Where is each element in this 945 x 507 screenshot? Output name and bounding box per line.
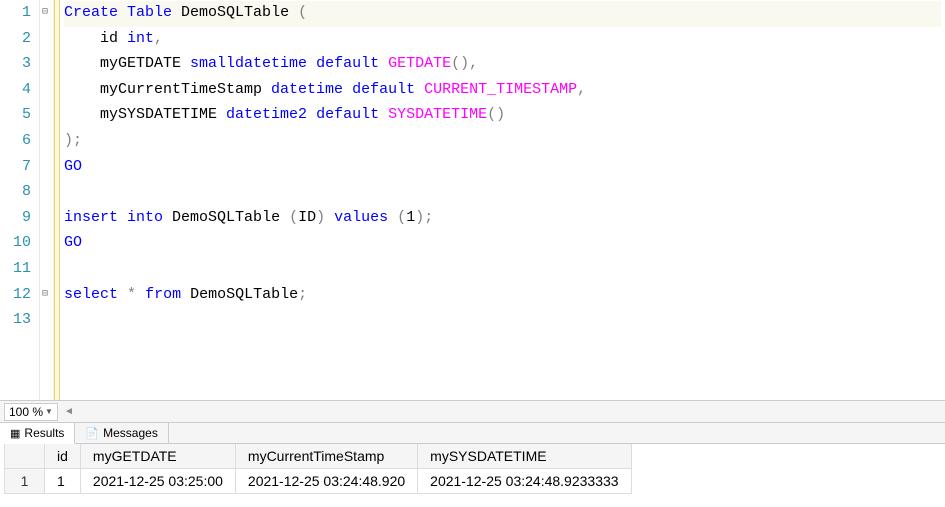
messages-icon: 📄 <box>85 427 99 440</box>
code-line[interactable]: select * from DemoSQLTable; <box>64 283 941 309</box>
code-line[interactable]: id int, <box>64 27 941 53</box>
tab-results[interactable]: ▦ Results <box>0 423 75 444</box>
row-number[interactable]: 1 <box>5 469 45 494</box>
tab-messages[interactable]: 📄 Messages <box>75 423 168 443</box>
code-line[interactable]: insert into DemoSQLTable (ID) values (1)… <box>64 206 941 232</box>
code-area[interactable]: Create Table DemoSQLTable ( id int, myGE… <box>60 0 945 400</box>
zoom-dropdown[interactable]: 100 % ▼ <box>4 403 58 421</box>
scroll-left-icon[interactable]: ◄ <box>64 406 74 417</box>
chevron-down-icon: ▼ <box>45 407 53 416</box>
line-number: 11 <box>4 257 31 283</box>
corner-cell <box>5 444 45 469</box>
code-line[interactable] <box>64 257 941 283</box>
code-line[interactable]: GO <box>64 231 941 257</box>
line-number: 12 <box>4 283 31 309</box>
line-number: 8 <box>4 180 31 206</box>
sql-editor[interactable]: 12345678910111213 ⊟⊟ Create Table DemoSQ… <box>0 0 945 400</box>
results-grid[interactable]: id myGETDATE myCurrentTimeStamp mySYSDAT… <box>0 444 945 494</box>
line-number: 4 <box>4 78 31 104</box>
code-line[interactable] <box>64 180 941 206</box>
column-header[interactable]: myGETDATE <box>80 444 235 469</box>
code-line[interactable]: myGETDATE smalldatetime default GETDATE(… <box>64 52 941 78</box>
tab-messages-label: Messages <box>103 426 158 440</box>
fold-toggle-icon[interactable]: ⊟ <box>42 282 48 308</box>
cell[interactable]: 2021-12-25 03:25:00 <box>80 469 235 494</box>
line-number: 3 <box>4 52 31 78</box>
code-line[interactable]: Create Table DemoSQLTable ( <box>64 1 941 27</box>
fold-toggle-icon[interactable]: ⊟ <box>42 0 48 26</box>
line-number: 7 <box>4 155 31 181</box>
tab-results-label: Results <box>24 426 64 440</box>
code-line[interactable]: myCurrentTimeStamp datetime default CURR… <box>64 78 941 104</box>
line-number: 10 <box>4 231 31 257</box>
line-number: 13 <box>4 308 31 334</box>
code-line[interactable]: GO <box>64 155 941 181</box>
table-row[interactable]: 1 1 2021-12-25 03:25:00 2021-12-25 03:24… <box>5 469 632 494</box>
line-number: 9 <box>4 206 31 232</box>
zoom-level: 100 % <box>9 405 43 419</box>
column-header[interactable]: mySYSDATETIME <box>418 444 631 469</box>
line-number: 5 <box>4 103 31 129</box>
fold-gutter[interactable]: ⊟⊟ <box>40 0 54 400</box>
grid-icon: ▦ <box>10 427 20 440</box>
zoom-bar: 100 % ▼ ◄ <box>0 400 945 422</box>
results-tab-bar: ▦ Results 📄 Messages <box>0 422 945 444</box>
line-number: 2 <box>4 27 31 53</box>
line-number: 1 <box>4 1 31 27</box>
code-line[interactable] <box>64 308 941 334</box>
line-number-gutter: 12345678910111213 <box>0 0 40 400</box>
cell[interactable]: 2021-12-25 03:24:48.920 <box>235 469 417 494</box>
column-header[interactable]: id <box>45 444 81 469</box>
code-line[interactable]: ); <box>64 129 941 155</box>
cell[interactable]: 1 <box>45 469 81 494</box>
results-table[interactable]: id myGETDATE myCurrentTimeStamp mySYSDAT… <box>4 444 632 494</box>
results-header-row: id myGETDATE myCurrentTimeStamp mySYSDAT… <box>5 444 632 469</box>
cell[interactable]: 2021-12-25 03:24:48.9233333 <box>418 469 631 494</box>
column-header[interactable]: myCurrentTimeStamp <box>235 444 417 469</box>
line-number: 6 <box>4 129 31 155</box>
code-line[interactable]: mySYSDATETIME datetime2 default SYSDATET… <box>64 103 941 129</box>
